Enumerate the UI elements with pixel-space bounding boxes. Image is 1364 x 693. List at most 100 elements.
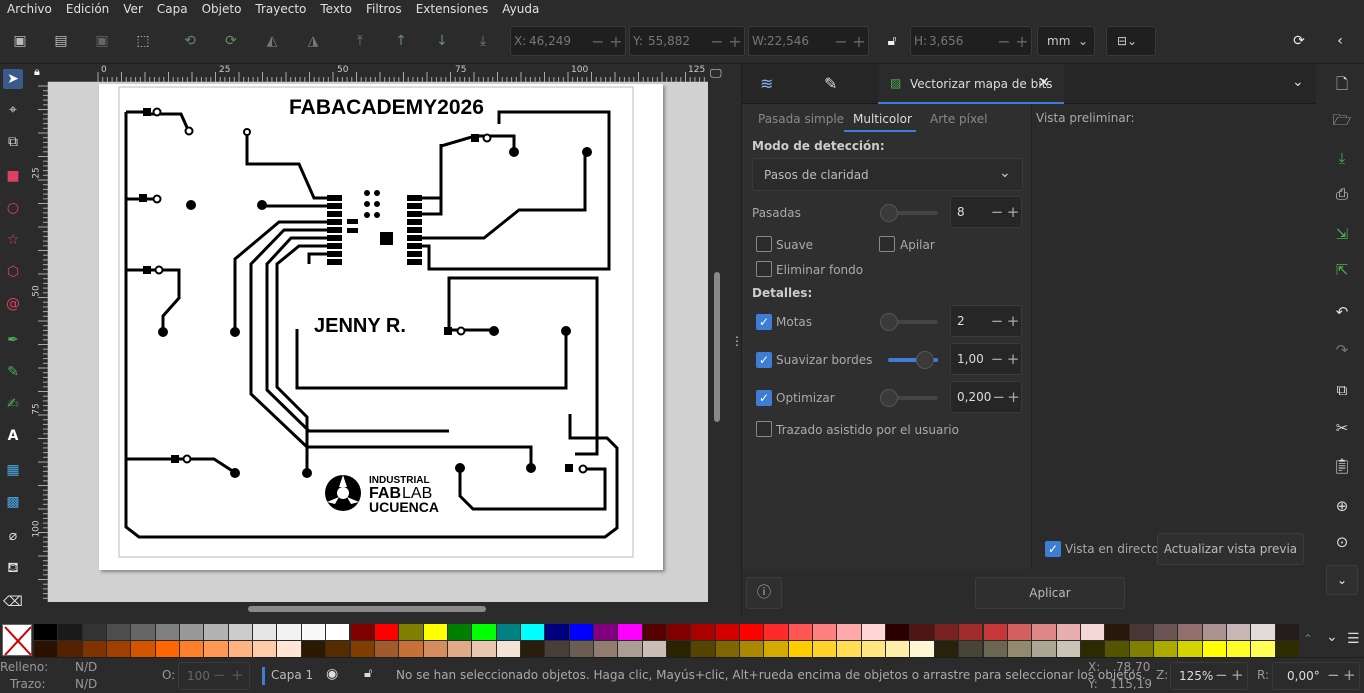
menu-edicion[interactable]: Edición: [59, 2, 116, 16]
palette-swatch[interactable]: [837, 624, 861, 640]
palette-swatch[interactable]: [520, 624, 545, 640]
subtab-pixel-art[interactable]: Arte píxel: [930, 112, 987, 126]
menu-filtros[interactable]: Filtros: [359, 2, 409, 16]
palette-swatch[interactable]: [642, 641, 666, 657]
palette-swatch[interactable]: [788, 624, 813, 640]
palette-swatch[interactable]: [667, 641, 691, 657]
plus-icon[interactable]: +: [1231, 666, 1244, 684]
palette-swatch[interactable]: [1007, 624, 1032, 640]
palette-swatch[interactable]: [107, 641, 131, 657]
fill-value[interactable]: N/D: [75, 660, 97, 674]
chevron-down-icon[interactable]: ⌄: [1326, 565, 1358, 595]
plus-icon[interactable]: +: [1343, 666, 1356, 684]
shape-builder-icon[interactable]: ⧉: [3, 132, 23, 152]
horizontal-scrollbar-thumb[interactable]: [248, 606, 486, 612]
mesh-tool-icon[interactable]: ▩: [3, 492, 23, 512]
print-icon[interactable]: ⎙: [1332, 184, 1352, 204]
pencil-tool-icon[interactable]: ✎: [3, 362, 23, 382]
palette-swatch[interactable]: [1251, 641, 1275, 657]
menu-icon[interactable]: ☰: [1347, 631, 1360, 647]
palette-swatch[interactable]: [1080, 641, 1105, 657]
h-field[interactable]: H: 3,656 − +: [910, 26, 1032, 56]
menu-archivo[interactable]: Archivo: [0, 2, 59, 16]
vertical-ruler[interactable]: 25 50 75 100: [30, 82, 48, 602]
layers-icon[interactable]: ≋: [760, 74, 773, 93]
palette-swatch[interactable]: [545, 624, 569, 640]
palette-swatch[interactable]: [180, 641, 204, 657]
palette-swatch[interactable]: [82, 641, 107, 657]
eye-icon[interactable]: ◉: [326, 666, 338, 682]
palette-swatch[interactable]: [715, 641, 740, 657]
palette-swatch[interactable]: [180, 624, 204, 640]
palette-swatch[interactable]: [472, 624, 496, 640]
detection-mode-select[interactable]: Pasos de claridad ⌄: [752, 158, 1023, 191]
star-tool-icon[interactable]: ☆: [3, 230, 23, 250]
no-paint-swatch[interactable]: [2, 624, 32, 656]
palette-swatch[interactable]: [472, 641, 496, 657]
palette-swatch[interactable]: [764, 624, 788, 640]
palette-swatch[interactable]: [910, 624, 934, 640]
paint-bucket-icon[interactable]: ⛾: [3, 558, 23, 578]
plus-icon[interactable]: +: [607, 32, 625, 51]
palette-swatch[interactable]: [1226, 624, 1251, 640]
palette-swatch[interactable]: [131, 624, 155, 640]
palette-swatch[interactable]: [350, 624, 374, 640]
palette-swatch[interactable]: [228, 641, 253, 657]
apply-button[interactable]: Aplicar: [975, 577, 1125, 609]
optimize-checkbox[interactable]: ✓: [756, 390, 772, 406]
palette-swatch[interactable]: [1275, 624, 1299, 640]
palette-swatch[interactable]: [423, 624, 447, 640]
lock-icon[interactable]: 🔓︎: [882, 31, 902, 51]
minus-icon[interactable]: −: [589, 32, 607, 51]
palette-swatch[interactable]: [740, 624, 764, 640]
palette-swatch[interactable]: [983, 624, 1007, 640]
palette-swatch[interactable]: [1153, 641, 1178, 657]
plus-icon[interactable]: +: [231, 666, 244, 684]
palette-swatch[interactable]: [204, 624, 228, 640]
user-assisted-checkbox[interactable]: [756, 421, 772, 437]
palette-swatch[interactable]: [934, 641, 959, 657]
palette-swatch[interactable]: [1032, 641, 1056, 657]
plus-icon[interactable]: +: [1006, 388, 1021, 406]
opacity-spinbox[interactable]: 100 − +: [178, 662, 250, 690]
redo-icon[interactable]: ↷: [1332, 340, 1352, 360]
stack-checkbox[interactable]: [879, 236, 895, 252]
palette-swatch[interactable]: [447, 641, 472, 657]
palette-swatch[interactable]: [593, 641, 618, 657]
live-preview-checkbox[interactable]: ✓: [1045, 541, 1061, 557]
palette-swatch[interactable]: [569, 641, 593, 657]
lower-icon[interactable]: ↓: [432, 31, 452, 51]
palette-swatch[interactable]: [228, 624, 253, 640]
select-all-icon[interactable]: ▣: [10, 31, 30, 51]
unit-select[interactable]: mm ⌄: [1037, 26, 1095, 56]
passes-spinbox[interactable]: 8 − +: [950, 196, 1022, 228]
palette-swatch[interactable]: [1226, 641, 1251, 657]
chevron-down-icon[interactable]: ⌄: [1326, 629, 1338, 645]
copy-icon[interactable]: ⧉: [1332, 380, 1352, 400]
palette-swatch[interactable]: [886, 641, 910, 657]
plus-icon[interactable]: +: [1013, 32, 1031, 51]
eraser-tool-icon[interactable]: ⌫: [3, 592, 23, 612]
minus-icon[interactable]: −: [989, 350, 1005, 368]
palette-swatch[interactable]: [1105, 624, 1129, 640]
palette-swatch[interactable]: [837, 641, 861, 657]
palette-swatch[interactable]: [715, 624, 740, 640]
close-icon[interactable]: ✕: [1038, 75, 1050, 91]
minus-icon[interactable]: −: [989, 312, 1005, 330]
palette-swatch[interactable]: [618, 624, 642, 640]
palette-swatch[interactable]: [691, 641, 715, 657]
speckles-checkbox[interactable]: ✓: [756, 314, 772, 330]
palette-swatch[interactable]: [107, 624, 131, 640]
minus-icon[interactable]: −: [213, 666, 226, 684]
palette-swatch[interactable]: [861, 641, 886, 657]
palette-swatch[interactable]: [1105, 641, 1129, 657]
palette-swatch[interactable]: [642, 624, 666, 640]
palette-swatch[interactable]: [34, 641, 58, 657]
info-icon[interactable]: ⓘ: [746, 577, 782, 609]
select-same-icon[interactable]: ▣: [92, 31, 112, 51]
palette-swatch[interactable]: [1202, 641, 1226, 657]
palette-swatch[interactable]: [813, 624, 837, 640]
rotate-cw-icon[interactable]: ⟳: [221, 31, 241, 51]
palette-swatch[interactable]: [326, 624, 350, 640]
palette-swatch[interactable]: [1202, 624, 1226, 640]
